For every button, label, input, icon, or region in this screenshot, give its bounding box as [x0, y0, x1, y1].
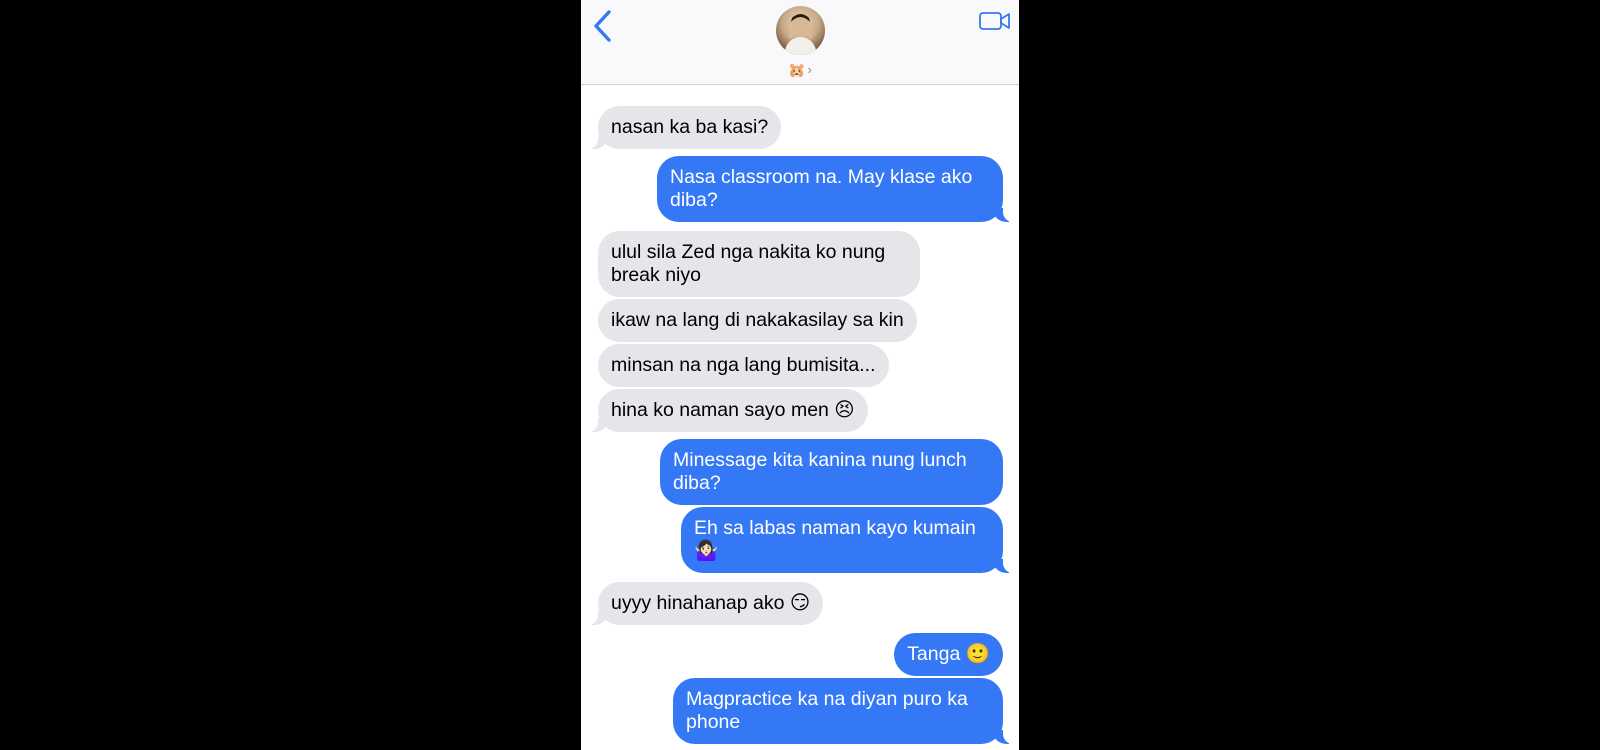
incoming-message[interactable]: nasan ka ba kasi?: [583, 106, 782, 149]
chevron-left-icon[interactable]: [589, 8, 617, 44]
incoming-message[interactable]: minsan na nga lang bumisita...: [598, 344, 889, 387]
messages-screen: 🐹 › nasan ka ba kasi? Nasa classroom na. …: [581, 0, 1019, 750]
contact-photo: [784, 14, 817, 55]
video-camera-icon[interactable]: [979, 10, 1011, 32]
incoming-message[interactable]: hina ko naman sayo men 😣: [584, 389, 868, 432]
contact-emoji: 🐹: [788, 62, 806, 78]
outgoing-message[interactable]: Nasa classroom na. May klase ako diba?: [657, 156, 1017, 222]
outgoing-message[interactable]: Minessage kita kanina nung lunch diba?: [660, 439, 1003, 505]
avatar[interactable]: [776, 6, 825, 55]
incoming-message[interactable]: ulul sila Zed nga nakita ko nung break n…: [598, 231, 920, 297]
outgoing-message[interactable]: Eh sa labas naman kayo kumain 🤷🏻‍♀️: [681, 507, 1017, 573]
outgoing-message[interactable]: Magpractice ka na diyan puro ka phone: [673, 678, 1017, 744]
message-list: nasan ka ba kasi? Nasa classroom na. May…: [581, 85, 1019, 750]
outgoing-message[interactable]: Tanga 🙂: [894, 633, 1003, 676]
incoming-message[interactable]: uyyy hinahanap ako 😏: [583, 582, 824, 625]
conversation-header: 🐹 ›: [581, 0, 1019, 85]
contact-name-row[interactable]: 🐹 ›: [581, 60, 1019, 80]
incoming-message[interactable]: ikaw na lang di nakakasilay sa kin: [598, 299, 917, 342]
chevron-right-icon: ›: [807, 62, 812, 77]
